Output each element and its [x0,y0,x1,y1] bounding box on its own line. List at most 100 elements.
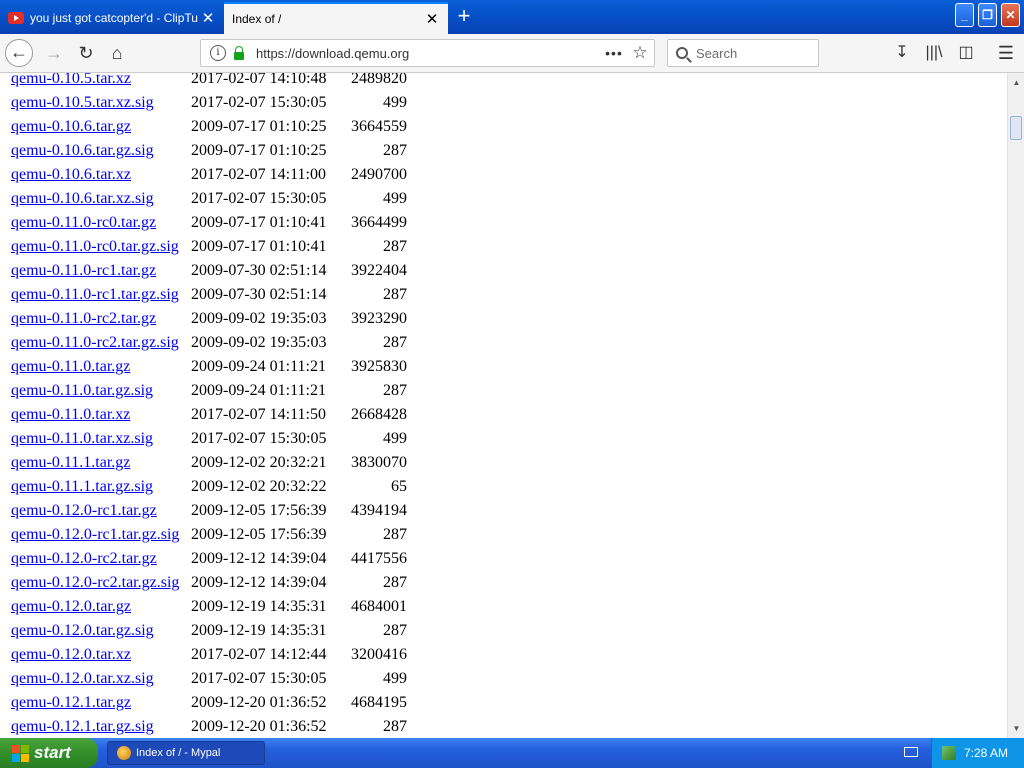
file-link[interactable]: qemu-0.11.0-rc2.tar.gz.sig [11,334,179,351]
file-size: 287 [383,622,407,639]
file-name-cell: qemu-0.11.1.tar.gz.sig [0,475,191,499]
file-link[interactable]: qemu-0.12.0.tar.xz [11,646,131,663]
file-date: 2017-02-07 15:30:05 [191,670,327,687]
table-row: qemu-0.10.6.tar.xz 2017-02-07 14:11:00 249… [0,163,407,187]
url-text[interactable]: https://download.qemu.org [256,46,602,61]
maximize-button[interactable]: ❐ [978,3,997,27]
file-size: 3922404 [351,262,407,279]
scrollbar-thumb[interactable] [1010,116,1022,140]
taskbar-item-mypal[interactable]: Index of / - Mypal [107,741,265,765]
file-listing-table: qemu-0.10.5.tar.xz 2017-02-07 14:10:48 248… [0,73,407,738]
download-icon[interactable]: ↧ [888,39,916,67]
file-link[interactable]: qemu-0.12.0.tar.gz [11,598,131,615]
file-link[interactable]: qemu-0.11.0.tar.gz [11,358,130,375]
info-icon[interactable]: i [210,45,226,61]
file-link[interactable]: qemu-0.11.0.tar.xz [11,406,130,423]
minimize-button[interactable]: _ [955,3,974,27]
file-size: 3200416 [351,646,407,663]
file-link[interactable]: qemu-0.10.5.tar.xz [11,73,131,87]
url-bar[interactable]: i https://download.qemu.org ••• ☆ [200,39,655,67]
search-icon [676,47,688,59]
file-link[interactable]: qemu-0.10.5.tar.xz.sig [11,94,154,111]
page-actions-icon[interactable]: ••• [602,45,626,61]
table-row: qemu-0.11.0-rc2.tar.gz 2009-09-02 19:35:0… [0,307,407,331]
file-date: 2017-02-07 14:12:44 [191,646,327,663]
bookmark-star-icon[interactable]: ☆ [626,43,654,63]
file-date: 2017-02-07 14:11:50 [191,406,326,423]
windows-logo-icon [12,745,29,762]
file-date: 2009-07-17 01:10:25 [191,118,327,135]
file-size: 499 [383,94,407,111]
search-input[interactable]: Search [667,39,819,67]
file-size: 287 [383,526,407,543]
home-button[interactable]: ⌂ [103,39,131,67]
start-button[interactable]: start [0,738,98,768]
new-tab-button[interactable]: + [452,5,476,29]
table-row: qemu-0.12.0-rc1.tar.gz 2009-12-05 17:56:3… [0,499,407,523]
file-link[interactable]: qemu-0.10.6.tar.xz [11,166,131,183]
file-link[interactable]: qemu-0.11.0-rc1.tar.gz.sig [11,286,179,303]
close-window-button[interactable]: ✕ [1001,3,1020,27]
file-date: 2009-07-17 01:10:41 [191,238,327,255]
file-link[interactable]: qemu-0.12.0-rc1.tar.gz.sig [11,526,179,543]
file-link[interactable]: qemu-0.11.0.tar.gz.sig [11,382,153,399]
file-link[interactable]: qemu-0.11.0-rc0.tar.gz [11,214,156,231]
table-row: qemu-0.11.0-rc0.tar.gz.sig 2009-07-17 01:… [0,235,407,259]
scroll-up-arrow-icon[interactable]: ▲ [1010,75,1023,90]
file-link[interactable]: qemu-0.10.6.tar.gz.sig [11,142,154,159]
file-link[interactable]: qemu-0.11.0.tar.xz.sig [11,430,153,447]
file-link[interactable]: qemu-0.11.0-rc0.tar.gz.sig [11,238,179,255]
file-name-cell: qemu-0.12.1.tar.gz.sig [0,715,191,738]
file-name-cell: qemu-0.12.0-rc2.tar.gz [0,547,191,571]
close-tab-icon[interactable]: ✕ [422,10,442,28]
file-link[interactable]: qemu-0.11.1.tar.gz [11,454,130,471]
file-size: 3830070 [351,454,407,471]
table-row: qemu-0.12.0-rc2.tar.gz.sig 2009-12-12 14:… [0,571,407,595]
back-button[interactable]: ← [5,39,33,67]
keyboard-icon[interactable] [904,747,918,757]
file-name-cell: qemu-0.11.0.tar.gz.sig [0,379,191,403]
file-name-cell: qemu-0.11.0-rc0.tar.gz [0,211,191,235]
file-link[interactable]: qemu-0.10.6.tar.gz [11,118,131,135]
file-link[interactable]: qemu-0.11.0-rc2.tar.gz [11,310,156,327]
file-date: 2009-12-19 14:35:31 [191,622,327,639]
file-size: 4684195 [351,694,407,711]
windows-taskbar: start Index of / - Mypal 7:28 AM [0,738,1024,768]
table-row: qemu-0.11.0.tar.gz.sig 2009-09-24 01:11:2… [0,379,407,403]
library-icon[interactable]: |||\ [920,39,948,67]
file-name-cell: qemu-0.12.0-rc1.tar.gz [0,499,191,523]
table-row: qemu-0.10.6.tar.gz.sig 2009-07-17 01:10:2… [0,139,407,163]
clock[interactable]: 7:28 AM [964,746,1008,760]
file-link[interactable]: qemu-0.12.1.tar.gz [11,694,131,711]
file-link[interactable]: qemu-0.12.0-rc2.tar.gz.sig [11,574,179,591]
file-name-cell: qemu-0.12.1.tar.gz [0,691,191,715]
file-link[interactable]: qemu-0.12.1.tar.gz.sig [11,718,154,735]
hamburger-menu-icon[interactable]: ☰ [992,39,1020,67]
file-link[interactable]: qemu-0.11.1.tar.gz.sig [11,478,153,495]
file-link[interactable]: qemu-0.10.6.tar.xz.sig [11,190,154,207]
file-link[interactable]: qemu-0.12.0.tar.gz.sig [11,622,154,639]
forward-button[interactable]: → [40,39,68,67]
file-link[interactable]: qemu-0.11.0-rc1.tar.gz [11,262,156,279]
scroll-down-arrow-icon[interactable]: ▼ [1010,721,1023,736]
file-name-cell: qemu-0.11.0.tar.xz [0,403,191,427]
sidebar-toggle-icon[interactable]: ◫ [952,39,980,67]
vertical-scrollbar[interactable]: ▲ ▼ [1007,73,1024,738]
file-name-cell: qemu-0.12.0.tar.xz [0,643,191,667]
file-link[interactable]: qemu-0.12.0-rc2.tar.gz [11,550,157,567]
browser-title-bar: you just got catcopter'd - ClipTube ✕ In… [0,0,1024,34]
file-date: 2009-12-12 14:39:04 [191,550,327,567]
close-tab-icon[interactable]: ✕ [198,9,218,27]
file-name-cell: qemu-0.10.6.tar.gz [0,115,191,139]
file-date: 2009-12-19 14:35:31 [191,598,327,615]
file-size: 287 [383,238,407,255]
table-row: qemu-0.11.0-rc1.tar.gz 2009-07-30 02:51:1… [0,259,407,283]
tab-cliptube[interactable]: you just got catcopter'd - ClipTube ✕ [0,2,224,34]
file-link[interactable]: qemu-0.12.0-rc1.tar.gz [11,502,157,519]
file-size: 287 [383,142,407,159]
file-size: 287 [383,574,407,591]
reload-button[interactable]: ↻ [72,39,100,67]
tab-index-of[interactable]: Index of / ✕ [224,2,448,34]
file-link[interactable]: qemu-0.12.0.tar.xz.sig [11,670,154,687]
network-icon[interactable] [942,746,956,760]
